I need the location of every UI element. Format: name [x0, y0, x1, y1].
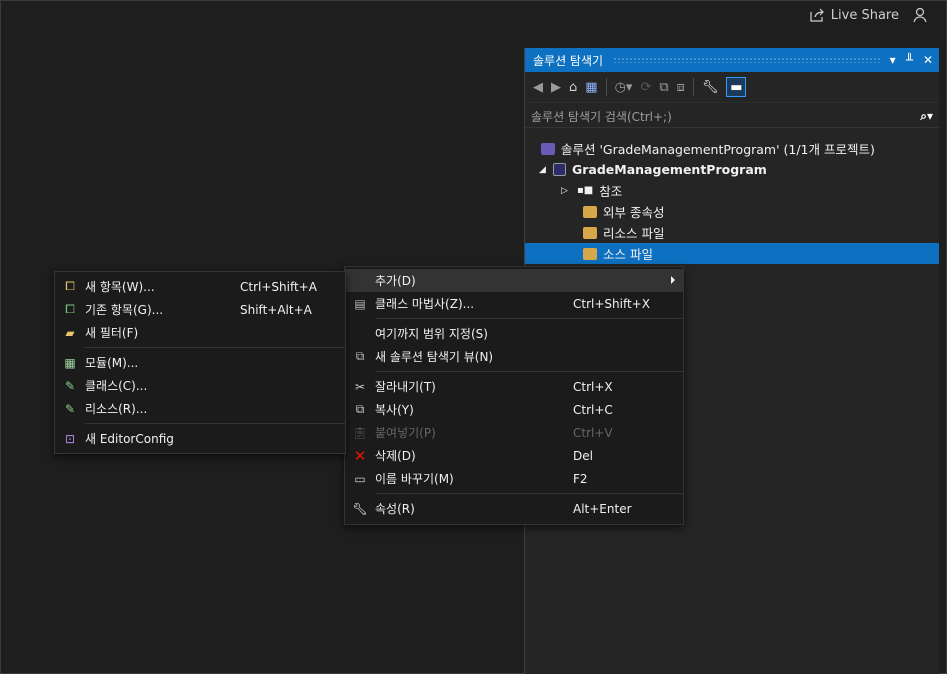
- references-icon: ▪■: [577, 185, 594, 196]
- tree-item-resource-files[interactable]: 리소스 파일: [525, 222, 939, 243]
- tree-item-label: 외부 종속성: [603, 205, 665, 220]
- menu-item-paste[interactable]: 📋︎ 붙여넣기(P) Ctrl+V: [345, 421, 683, 444]
- menu-item-new-explorer-view[interactable]: ⧉ 새 솔루션 탐색기 뷰(N): [345, 345, 683, 368]
- scissors-icon: ✂: [354, 379, 366, 394]
- rename-icon: ▭: [354, 471, 366, 486]
- tree-item-external-deps[interactable]: 외부 종속성: [525, 201, 939, 222]
- menu-item-add[interactable]: 추가(D): [345, 269, 683, 292]
- solution-explorer-toolbar: ◀ ▶ ⌂ ▦ ◷▾ ⟳ ⧉ ⧈ 🔧︎ ▬: [525, 72, 939, 103]
- new-filter-folder-icon: ▰: [65, 325, 75, 340]
- menu-item-new-item[interactable]: ⧠ 새 항목(W)... Ctrl+Shift+A: [55, 275, 345, 298]
- user-account-icon[interactable]: [913, 7, 929, 23]
- menu-separator: [85, 347, 345, 348]
- expanded-arrow-icon[interactable]: ◢: [539, 165, 553, 175]
- add-submenu: ⧠ 새 항목(W)... Ctrl+Shift+A ⧠ 기존 항목(G)... …: [54, 271, 346, 454]
- new-item-icon: ⧠: [65, 279, 75, 293]
- menu-item-class-wizard[interactable]: ▤ 클래스 마법사(Z)... Ctrl+Shift+X: [345, 292, 683, 315]
- menu-item-cut[interactable]: ✂ 잘라내기(T) Ctrl+X: [345, 375, 683, 398]
- toolbar-separator: [605, 78, 607, 96]
- existing-item-icon: ⧠: [65, 302, 75, 316]
- tree-item-label: 소스 파일: [603, 247, 653, 262]
- search-input[interactable]: 솔루션 탐색기 검색(Ctrl+;): [531, 108, 672, 125]
- menu-item-copy[interactable]: ⧉ 복사(Y) Ctrl+C: [345, 398, 683, 421]
- tree-item-label: 참조: [599, 184, 623, 199]
- copy-icon: ⧉: [355, 402, 365, 416]
- tree-item-solution[interactable]: 솔루션 'GradeManagementProgram' (1/1개 프로젝트): [525, 138, 939, 159]
- switch-views-icon[interactable]: ▦: [585, 80, 597, 95]
- menu-item-resource[interactable]: ✎ 리소스(R)...: [55, 397, 345, 420]
- tree-item-label: 솔루션 'GradeManagementProgram' (1/1개 프로젝트): [561, 142, 875, 157]
- solution-explorer-search[interactable]: 솔루션 탐색기 검색(Ctrl+;) ⌕▾: [525, 105, 939, 128]
- menu-item-existing-item[interactable]: ⧠ 기존 항목(G)... Shift+Alt+A: [55, 298, 345, 321]
- class-icon: ✎: [64, 378, 76, 393]
- solution-explorer-title: 솔루션 탐색기: [533, 53, 604, 68]
- live-share-button[interactable]: Live Share: [809, 8, 899, 23]
- menu-item-class[interactable]: ✎ 클래스(C)...: [55, 374, 345, 397]
- tree-item-references[interactable]: ▷ ▪■ 참조: [525, 180, 939, 201]
- editorconfig-icon: ⊡: [64, 431, 76, 446]
- menu-item-properties[interactable]: 🔧︎ 속성(R) Alt+Enter: [345, 497, 683, 520]
- menu-separator: [375, 371, 683, 372]
- external-deps-folder-icon: [583, 205, 597, 218]
- show-all-files-icon[interactable]: ⧈: [677, 80, 685, 95]
- properties-wrench-icon[interactable]: 🔧︎: [702, 80, 719, 95]
- sync-icon[interactable]: ⟳: [640, 80, 651, 95]
- new-view-icon: ⧉: [355, 349, 365, 363]
- search-icon[interactable]: ⌕▾: [920, 109, 933, 124]
- title-grip: [613, 57, 880, 63]
- paste-icon: 📋︎: [352, 425, 368, 440]
- resource-icon: ✎: [64, 401, 76, 416]
- title-bar-right: Live Share: [809, 0, 947, 30]
- collapse-all-icon[interactable]: ⧉: [659, 80, 668, 95]
- close-icon[interactable]: ✕: [923, 53, 933, 67]
- tree-item-project[interactable]: ◢ GradeManagementProgram: [525, 159, 939, 180]
- pending-changes-filter-icon[interactable]: ◷▾: [615, 80, 633, 95]
- pin-icon[interactable]: ╨: [906, 53, 913, 67]
- context-menu: 추가(D) ▤ 클래스 마법사(Z)... Ctrl+Shift+X 여기까지 …: [344, 266, 684, 525]
- class-wizard-icon: ▤: [354, 296, 366, 311]
- back-icon[interactable]: ◀: [533, 80, 543, 95]
- menu-separator: [375, 318, 683, 319]
- menu-item-rename[interactable]: ▭ 이름 바꾸기(M) F2: [345, 467, 683, 490]
- tree-item-source-files[interactable]: 소스 파일: [525, 243, 939, 264]
- filter-folder-icon: [583, 247, 597, 260]
- menu-item-new-editorconfig[interactable]: ⊡ 새 EditorConfig: [55, 427, 345, 450]
- collapsed-arrow-icon[interactable]: ▷: [561, 186, 577, 196]
- preview-selected-items-icon[interactable]: ▬: [726, 77, 747, 97]
- menu-separator: [375, 493, 683, 494]
- filter-folder-icon: [583, 226, 597, 239]
- live-share-label: Live Share: [830, 7, 899, 23]
- solution-explorer-titlebar: 솔루션 탐색기 ▾ ╨ ✕: [525, 48, 939, 72]
- toolbar-separator: [692, 78, 694, 96]
- menu-item-new-filter[interactable]: ▰ 새 필터(F): [55, 321, 345, 344]
- tree-item-label: 리소스 파일: [603, 226, 665, 241]
- delete-x-icon: ✕: [353, 446, 367, 465]
- menu-separator: [85, 423, 345, 424]
- solution-icon: [541, 142, 555, 155]
- cpp-project-icon: [553, 163, 566, 176]
- home-icon[interactable]: ⌂: [569, 80, 577, 95]
- wrench-icon: 🔧︎: [352, 501, 368, 516]
- module-icon: ▦: [64, 355, 76, 370]
- submenu-arrow-icon: [671, 276, 675, 284]
- window-position-dropdown-icon[interactable]: ▾: [890, 53, 896, 67]
- menu-item-module[interactable]: ▦ 모듈(M)...: [55, 351, 345, 374]
- solution-tree: 솔루션 'GradeManagementProgram' (1/1개 프로젝트)…: [525, 130, 939, 264]
- forward-icon[interactable]: ▶: [551, 80, 561, 95]
- share-icon: [810, 8, 824, 22]
- menu-item-scope-to-this[interactable]: 여기까지 범위 지정(S): [345, 322, 683, 345]
- tree-item-label: GradeManagementProgram: [572, 162, 767, 177]
- menu-item-delete[interactable]: ✕ 삭제(D) Del: [345, 444, 683, 467]
